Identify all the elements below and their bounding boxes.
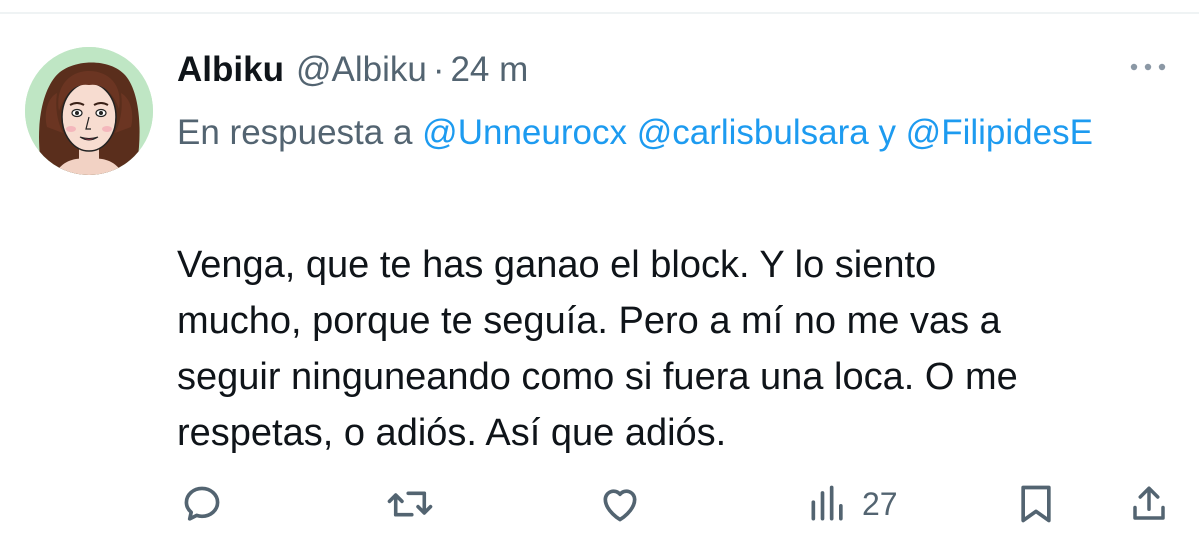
separator-dot: · [432,50,445,89]
bookmark-icon [1021,485,1051,523]
reply-context-prefix: En respuesta a [177,113,413,152]
reply-context-conjunction: y [878,113,896,152]
tweet-header: Albiku @Albiku · 24 m [177,47,528,93]
top-divider [0,12,1199,14]
reply-button[interactable] [180,482,224,526]
mention-link[interactable]: @FilipidesE [906,113,1093,152]
retweet-icon [387,491,433,517]
share-upload-icon [1133,486,1165,520]
display-name[interactable]: Albiku [177,47,284,93]
user-handle[interactable]: @Albiku [296,47,427,93]
tweet-text: Venga, que te has ganao el block. Y lo s… [177,244,1018,454]
views-button[interactable]: 27 [806,482,898,526]
views-count: 27 [862,486,898,522]
share-button[interactable] [1128,482,1170,526]
avatar-illustration [25,47,153,175]
avatar[interactable] [25,47,153,175]
bar-chart-icon [811,485,843,521]
retweet-button[interactable] [385,482,435,526]
mention-link[interactable]: @carlisbulsara [637,113,869,152]
speech-bubble-icon [184,486,220,521]
like-button[interactable] [597,482,643,526]
bookmark-button[interactable] [1016,482,1056,526]
timestamp[interactable]: 24 m [450,47,528,93]
more-horizontal-icon [1130,63,1166,71]
mention-link[interactable]: @Unneurocx [422,113,627,152]
heart-icon [603,489,637,522]
more-options-button[interactable] [1120,50,1176,84]
reply-context: En respuesta a @Unneurocx @carlisbulsara… [177,105,1107,161]
